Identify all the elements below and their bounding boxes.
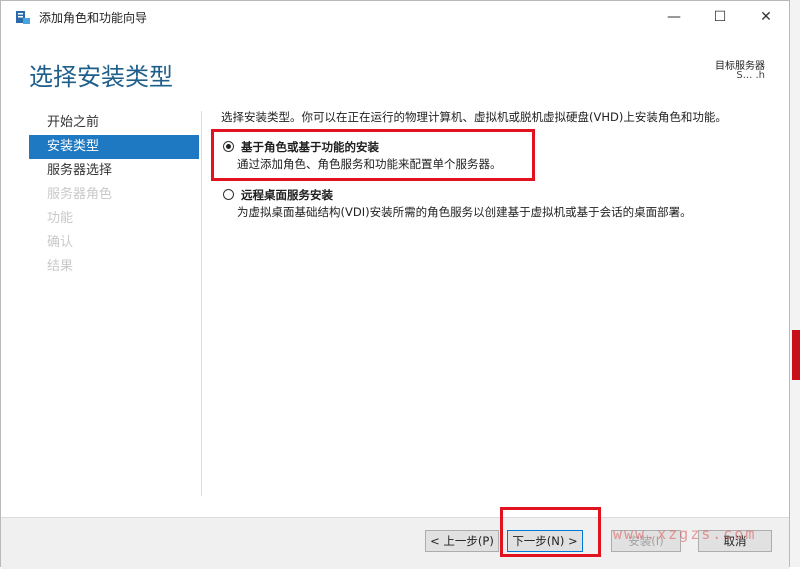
add-roles-wizard-window: 添加角色和功能向导 — ☐ ✕ 选择安装类型 目标服务器 S... .h 开始之… bbox=[0, 0, 790, 569]
nav-divider bbox=[201, 111, 202, 496]
title-bar: 添加角色和功能向导 — ☐ ✕ bbox=[1, 1, 789, 33]
highlight-box-next-button bbox=[500, 507, 601, 557]
nav-item-confirmation: 确认 bbox=[47, 235, 74, 250]
close-icon: ✕ bbox=[760, 9, 772, 25]
background-window-strip bbox=[790, 0, 800, 567]
page-title: 选择安装类型 bbox=[29, 63, 173, 91]
wizard-step-nav: 开始之前 安装类型 服务器选择 服务器角色 功能 确认 结果 bbox=[29, 111, 199, 279]
remote-desktop-radio[interactable] bbox=[223, 189, 234, 200]
background-window-accent bbox=[792, 330, 800, 380]
nav-item-features: 功能 bbox=[47, 211, 74, 226]
nav-item-server-roles: 服务器角色 bbox=[47, 187, 113, 202]
nav-item-results: 结果 bbox=[47, 259, 74, 274]
highlight-box-role-option bbox=[211, 129, 535, 181]
wizard-content: 选择安装类型。你可以在正在运行的物理计算机、虚拟机或脱机虚拟硬盘(VHD)上安装… bbox=[221, 109, 781, 219]
wizard-header: 选择安装类型 目标服务器 S... .h bbox=[1, 33, 789, 97]
close-button[interactable]: ✕ bbox=[743, 1, 789, 33]
minimize-button[interactable]: — bbox=[651, 1, 697, 33]
previous-button[interactable]: < 上一步(P) bbox=[425, 530, 499, 552]
target-server-value: S... .h bbox=[736, 70, 765, 81]
watermark-text: www.xzgzs.com bbox=[613, 525, 757, 543]
server-manager-icon bbox=[16, 11, 30, 24]
maximize-button[interactable]: ☐ bbox=[697, 1, 743, 33]
nav-item-before-you-begin[interactable]: 开始之前 bbox=[29, 111, 199, 135]
minimize-icon: — bbox=[667, 9, 681, 25]
nav-item-server-selection[interactable]: 服务器选择 bbox=[29, 159, 199, 183]
nav-item-installation-type[interactable]: 安装类型 bbox=[29, 135, 199, 159]
remote-desktop-label: 远程桌面服务安装 bbox=[241, 188, 333, 202]
maximize-icon: ☐ bbox=[713, 9, 727, 25]
remote-desktop-description: 为虚拟桌面基础结构(VDI)安装所需的角色服务以创建基于虚拟机或基于会话的桌面部… bbox=[237, 205, 692, 219]
instruction-text: 选择安装类型。你可以在正在运行的物理计算机、虚拟机或脱机虚拟硬盘(VHD)上安装… bbox=[221, 110, 727, 124]
option-remote-desktop[interactable]: 远程桌面服务安装 为虚拟桌面基础结构(VDI)安装所需的角色服务以创建基于虚拟机… bbox=[221, 187, 761, 221]
window-title: 添加角色和功能向导 bbox=[39, 11, 148, 25]
